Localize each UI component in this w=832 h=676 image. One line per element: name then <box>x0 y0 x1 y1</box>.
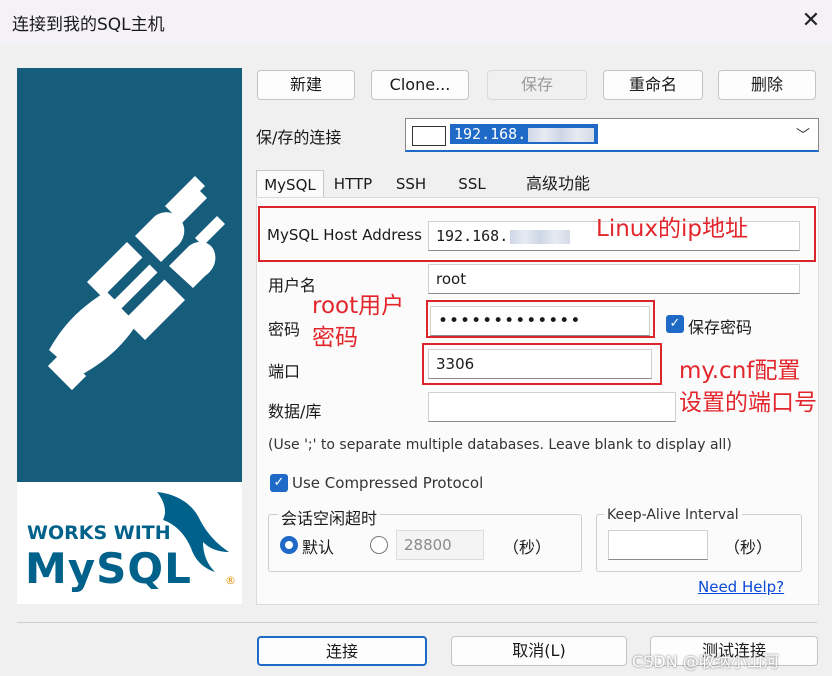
timeout-input[interactable]: 28800 <box>396 530 484 560</box>
rename-button[interactable]: 重命名 <box>603 70 703 100</box>
password-label: 密码 <box>268 320 301 339</box>
keepalive-seconds-label: （秒） <box>724 538 773 557</box>
port-input[interactable]: 3306 <box>428 349 652 379</box>
database-hint: (Use ';' to separate multiple databases.… <box>268 437 732 453</box>
default-timeout-label: 默认 <box>302 538 335 557</box>
custom-timeout-radio[interactable] <box>370 536 388 554</box>
works-with-text: WORKS WITH <box>27 522 171 544</box>
save-password-checkbox[interactable]: ✓ <box>666 315 684 333</box>
connect-button[interactable]: 连接 <box>257 636 427 666</box>
user-label: 用户名 <box>268 276 317 295</box>
plug-icon <box>47 176 225 391</box>
saved-connection-select[interactable]: 192.168. ﹀ <box>405 118 819 152</box>
session-timeout-title: 会话空闲超时 <box>278 505 381 529</box>
mysql-brand-text: MySQL <box>25 544 192 593</box>
user-input[interactable]: root <box>428 264 800 294</box>
compressed-checkbox[interactable]: ✓ <box>270 474 288 492</box>
database-input[interactable] <box>428 392 676 422</box>
tab-advanced[interactable]: 高级功能 <box>514 170 602 198</box>
default-timeout-radio[interactable] <box>280 536 298 554</box>
save-password-label: 保存密码 <box>688 318 753 337</box>
tab-ssl[interactable]: SSL <box>446 170 498 198</box>
password-annotation-line1: root用户 <box>312 293 405 319</box>
host-annotation: Linux的ip地址 <box>596 216 748 242</box>
tab-mysql[interactable]: MySQL <box>256 170 324 198</box>
keepalive-input[interactable] <box>608 530 708 560</box>
save-button[interactable]: 保存 <box>487 70 587 100</box>
password-input[interactable]: ••••••••••••• <box>430 306 650 336</box>
window-title: 连接到我的SQL主机 <box>12 15 165 35</box>
footer-divider <box>17 622 817 623</box>
chevron-down-icon[interactable]: ﹀ <box>796 125 810 145</box>
plug-banner <box>17 68 242 482</box>
color-swatch <box>412 126 446 146</box>
cancel-button[interactable]: 取消(L) <box>451 636 627 666</box>
port-label: 端口 <box>268 362 301 381</box>
clone-button[interactable]: Clone... <box>371 70 469 100</box>
csdn-watermark: CSDN @收纳小山河 <box>632 652 779 671</box>
database-label: 数据/库 <box>268 402 322 421</box>
keepalive-title: Keep-Alive Interval <box>604 507 742 523</box>
port-annotation-line1: my.cnf配置 <box>679 358 801 384</box>
password-annotation-line2: 密码 <box>312 325 358 351</box>
host-label: MySQL Host Address <box>267 226 422 244</box>
registered-mark: ® <box>225 574 236 587</box>
timeout-seconds-label: （秒） <box>503 538 552 557</box>
compressed-label: Use Compressed Protocol <box>292 474 484 492</box>
tab-http[interactable]: HTTP <box>326 170 380 198</box>
need-help-link[interactable]: Need Help? <box>698 578 784 596</box>
saved-connection-value: 192.168. <box>450 124 599 144</box>
close-icon[interactable]: ✕ <box>796 6 826 36</box>
saved-connection-label: 保/存的连接 <box>256 128 342 147</box>
tab-ssh[interactable]: SSH <box>386 170 436 198</box>
mysql-logo-box: WORKS WITH MySQL ® <box>17 482 242 604</box>
delete-button[interactable]: 删除 <box>718 70 816 100</box>
new-button[interactable]: 新建 <box>257 70 355 100</box>
port-annotation-line2: 设置的端口号 <box>679 390 817 416</box>
